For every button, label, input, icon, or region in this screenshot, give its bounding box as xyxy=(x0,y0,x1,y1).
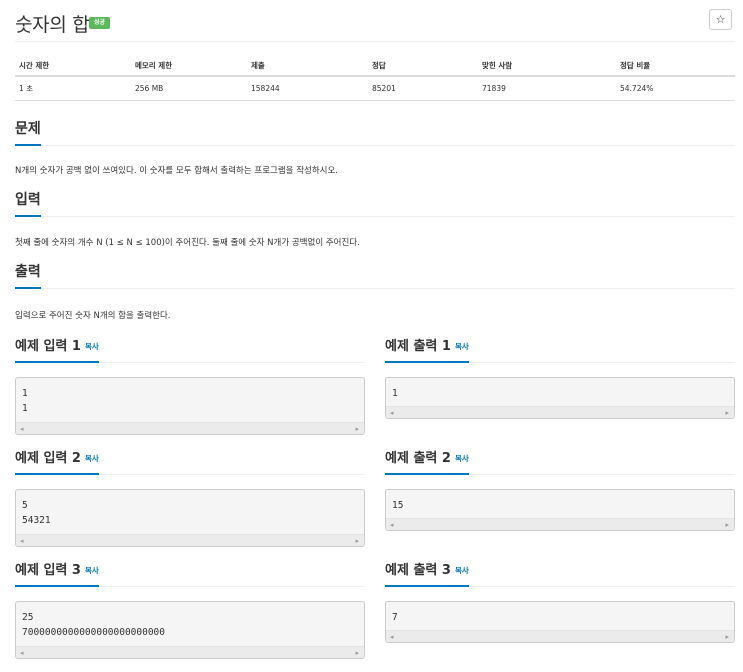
sample-input-1-scrollbar[interactable]: ◂ ▸ xyxy=(16,422,364,434)
sample-output-3-heading: 예제 출력 3 복사 xyxy=(385,561,735,587)
input-description: 첫째 줄에 숫자의 개수 N (1 ≤ N ≤ 100)이 주어진다. 둘째 줄… xyxy=(15,238,360,248)
sample-input-2-box[interactable]: 5 54321 ◂ ▸ xyxy=(15,489,365,547)
sample-output-1-heading: 예제 출력 1 복사 xyxy=(385,337,735,363)
sample-output-1-scrollbar[interactable]: ◂ ▸ xyxy=(386,406,734,418)
problem-info-table: 시간 제한 메모리 제한 제출 정답 맞힌 사람 정답 비율 1 초 256 M… xyxy=(15,56,735,101)
sample-output-3-content: 7 xyxy=(392,612,398,623)
copy-sample-output-3-link[interactable]: 복사 xyxy=(455,566,469,575)
solved-users-value: 71839 xyxy=(478,76,616,101)
scroll-left-arrow-icon[interactable]: ◂ xyxy=(20,648,24,658)
accept-ratio-value: 54.724% xyxy=(616,76,735,101)
col-solved-users: 맞힌 사람 xyxy=(478,56,616,77)
page-header: 숫자의 합 성공 ☆ xyxy=(15,8,735,42)
col-accepted: 정답 xyxy=(368,56,478,77)
input-section-heading: 입력 xyxy=(15,191,735,217)
sample-output-3-scrollbar[interactable]: ◂ ▸ xyxy=(386,630,734,642)
sample-input-3-heading: 예제 입력 3 복사 xyxy=(15,561,365,587)
scroll-left-arrow-icon[interactable]: ◂ xyxy=(20,424,24,434)
sample-input-3-box[interactable]: 25 7000000000000000000000000 ◂ ▸ xyxy=(15,601,365,659)
output-description: 입력으로 주어진 숫자 N개의 합을 출력한다. xyxy=(15,311,171,321)
submissions-value: 158244 xyxy=(247,76,368,101)
copy-sample-output-2-link[interactable]: 복사 xyxy=(455,454,469,463)
sample-output-2-scrollbar[interactable]: ◂ ▸ xyxy=(386,518,734,530)
memory-limit-value: 256 MB xyxy=(131,76,247,101)
scroll-left-arrow-icon[interactable]: ◂ xyxy=(20,536,24,546)
scroll-right-arrow-icon[interactable]: ▸ xyxy=(355,424,359,434)
sample-output-3-box[interactable]: 7 ◂ ▸ xyxy=(385,601,735,643)
page-title: 숫자의 합 xyxy=(15,14,90,36)
output-section-title: 출력 xyxy=(15,263,41,289)
sample-input-3-title: 예제 입력 3 복사 xyxy=(15,561,99,587)
scroll-left-arrow-icon[interactable]: ◂ xyxy=(390,520,394,530)
sample-input-2-heading: 예제 입력 2 복사 xyxy=(15,449,365,475)
output-section-heading: 출력 xyxy=(15,263,735,289)
scroll-right-arrow-icon[interactable]: ▸ xyxy=(725,632,729,642)
scroll-right-arrow-icon[interactable]: ▸ xyxy=(355,648,359,658)
problem-section-title: 문제 xyxy=(15,120,41,146)
col-time-limit: 시간 제한 xyxy=(15,56,131,77)
star-button[interactable]: ☆ xyxy=(709,9,732,30)
sample-input-2-scrollbar[interactable]: ◂ ▸ xyxy=(16,534,364,546)
copy-sample-input-1-link[interactable]: 복사 xyxy=(85,342,99,351)
star-icon: ☆ xyxy=(715,13,726,26)
sample-input-3-scrollbar[interactable]: ◂ ▸ xyxy=(16,646,364,658)
sample-input-1-heading: 예제 입력 1 복사 xyxy=(15,337,365,363)
sample-input-1-box[interactable]: 1 1 ◂ ▸ xyxy=(15,377,365,435)
sample-output-1-title: 예제 출력 1 복사 xyxy=(385,337,469,363)
col-memory-limit: 메모리 제한 xyxy=(131,56,247,77)
sample-output-2-title: 예제 출력 2 복사 xyxy=(385,449,469,475)
sample-output-2-box[interactable]: 15 ◂ ▸ xyxy=(385,489,735,531)
sample-output-2-content: 15 xyxy=(392,500,404,511)
problem-description: N개의 숫자가 공백 없이 쓰여있다. 이 숫자를 모두 합해서 출력하는 프로… xyxy=(15,166,339,176)
scroll-right-arrow-icon[interactable]: ▸ xyxy=(355,536,359,546)
table-header-row: 시간 제한 메모리 제한 제출 정답 맞힌 사람 정답 비율 xyxy=(15,56,735,77)
input-section-title: 입력 xyxy=(15,191,41,217)
status-badge: 성공 xyxy=(89,17,111,29)
scroll-left-arrow-icon[interactable]: ◂ xyxy=(390,408,394,418)
scroll-right-arrow-icon[interactable]: ▸ xyxy=(725,408,729,418)
time-limit-value: 1 초 xyxy=(15,76,131,101)
accepted-value: 85201 xyxy=(368,76,478,101)
sample-output-2-heading: 예제 출력 2 복사 xyxy=(385,449,735,475)
sample-input-2-content: 5 54321 xyxy=(22,500,51,526)
copy-sample-output-1-link[interactable]: 복사 xyxy=(455,342,469,351)
sample-output-1-content: 1 xyxy=(392,388,398,399)
copy-sample-input-2-link[interactable]: 복사 xyxy=(85,454,99,463)
sample-input-1-content: 1 1 xyxy=(22,388,28,414)
copy-sample-input-3-link[interactable]: 복사 xyxy=(85,566,99,575)
table-row: 1 초 256 MB 158244 85201 71839 54.724% xyxy=(15,76,735,101)
sample-input-1-title: 예제 입력 1 복사 xyxy=(15,337,99,363)
sample-output-3-title: 예제 출력 3 복사 xyxy=(385,561,469,587)
sample-input-2-title: 예제 입력 2 복사 xyxy=(15,449,99,475)
col-accept-ratio: 정답 비율 xyxy=(616,56,735,77)
col-submissions: 제출 xyxy=(247,56,368,77)
scroll-left-arrow-icon[interactable]: ◂ xyxy=(390,632,394,642)
sample-output-1-box[interactable]: 1 ◂ ▸ xyxy=(385,377,735,419)
scroll-right-arrow-icon[interactable]: ▸ xyxy=(725,520,729,530)
sample-input-3-content: 25 7000000000000000000000000 xyxy=(22,612,165,638)
problem-section-heading: 문제 xyxy=(15,120,735,146)
